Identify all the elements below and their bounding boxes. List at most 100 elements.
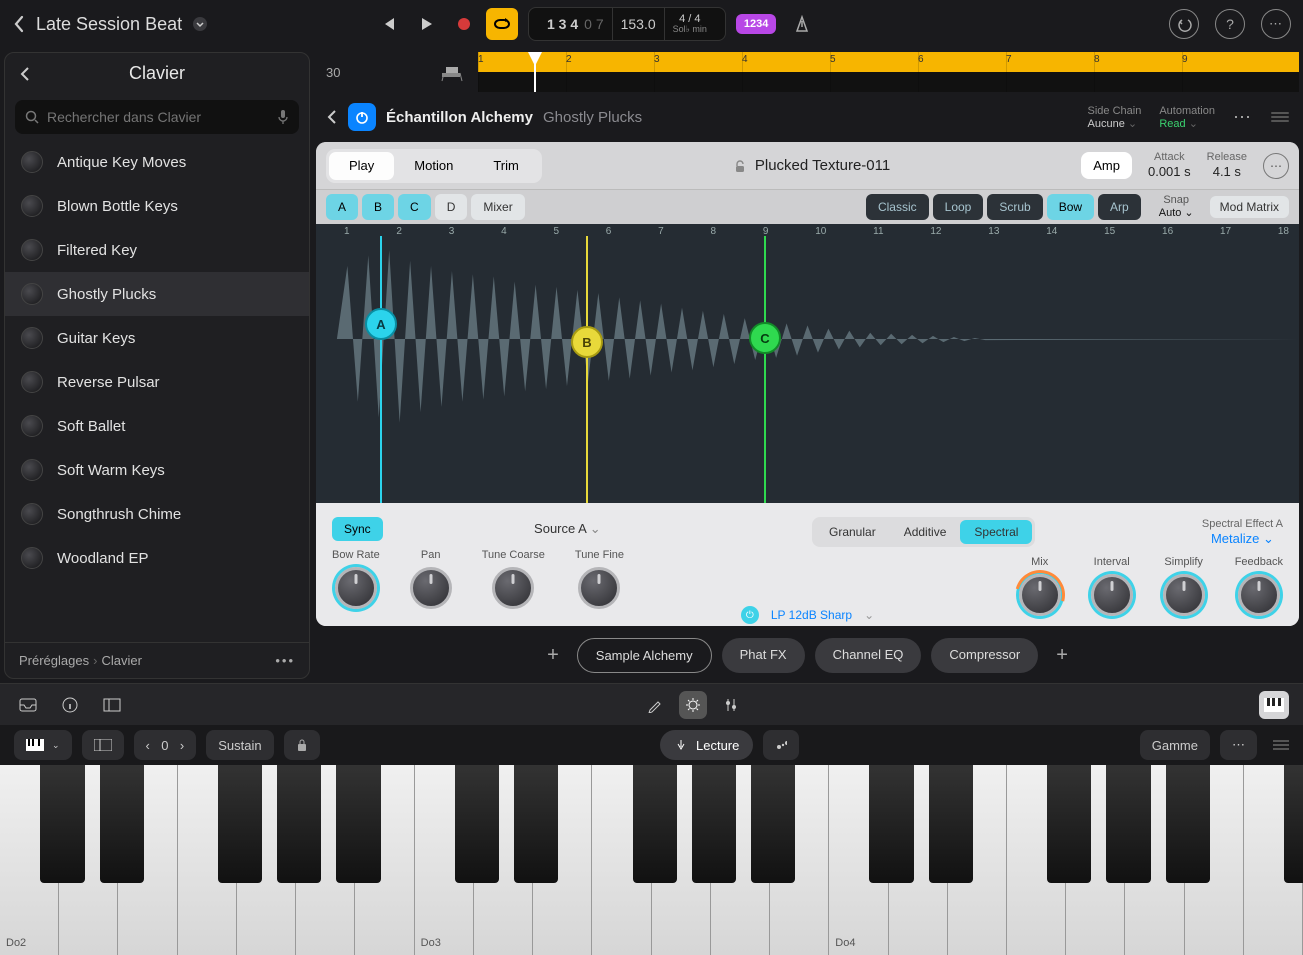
view-tab-trim[interactable]: Trim: [473, 152, 539, 180]
mode-classic[interactable]: Classic: [866, 194, 929, 220]
attack-control[interactable]: Attack0.001 s: [1148, 151, 1191, 180]
source-tab-mixer[interactable]: Mixer: [471, 194, 524, 220]
keyboard-grip-icon[interactable]: [1273, 740, 1289, 750]
piano-keyboard[interactable]: Do2 Do3 Do4: [0, 765, 1303, 955]
white-key[interactable]: [711, 765, 770, 955]
mode-bow[interactable]: Bow: [1047, 194, 1094, 220]
white-key[interactable]: [1066, 765, 1125, 955]
preset-item[interactable]: Songthrush Chime: [5, 492, 309, 536]
white-key[interactable]: [59, 765, 118, 955]
white-key[interactable]: Do2: [0, 765, 59, 955]
source-tab-a[interactable]: A: [326, 194, 358, 220]
white-key[interactable]: [1125, 765, 1184, 955]
preset-item[interactable]: Woodland EP: [5, 536, 309, 580]
sidebar-more-icon[interactable]: •••: [275, 653, 295, 668]
plugin-settings-icon[interactable]: ⋯: [1263, 153, 1289, 179]
metronome-button[interactable]: [786, 8, 818, 40]
mode-arp[interactable]: Arp: [1098, 194, 1141, 220]
white-key[interactable]: Do3: [415, 765, 474, 955]
breadcrumb-leaf[interactable]: Clavier: [101, 653, 141, 668]
playhead[interactable]: [534, 52, 536, 92]
preset-item[interactable]: Blown Bottle Keys: [5, 184, 309, 228]
preset-item[interactable]: Antique Key Moves: [5, 140, 309, 184]
view-tab-motion[interactable]: Motion: [394, 152, 473, 180]
white-key[interactable]: [1185, 765, 1244, 955]
back-chevron-icon[interactable]: [12, 15, 26, 33]
knob-bow-rate[interactable]: Bow Rate: [332, 549, 380, 609]
timeline-ruler[interactable]: 123456789: [478, 52, 1299, 92]
project-title[interactable]: Late Session Beat: [36, 14, 182, 35]
help-button[interactable]: ?: [1215, 9, 1245, 39]
knob-tune-fine[interactable]: Tune Fine: [575, 549, 624, 609]
white-key[interactable]: [533, 765, 592, 955]
white-key[interactable]: [118, 765, 177, 955]
marker-c[interactable]: C: [764, 236, 766, 503]
synth-mode-additive[interactable]: Additive: [890, 520, 961, 544]
go-to-start-button[interactable]: [372, 8, 404, 40]
undo-button[interactable]: [1169, 9, 1199, 39]
keyboard-toggle[interactable]: [1259, 691, 1289, 719]
white-key[interactable]: [652, 765, 711, 955]
fx-add-before-icon[interactable]: +: [539, 644, 567, 667]
play-button[interactable]: [410, 8, 442, 40]
octave-down-icon[interactable]: ‹: [146, 738, 150, 753]
plugin-back-icon[interactable]: [326, 109, 338, 125]
arpeggiator-icon[interactable]: [763, 730, 799, 760]
view-tab-play[interactable]: Play: [329, 152, 394, 180]
play-mode-pill[interactable]: Lecture: [660, 730, 753, 760]
white-key[interactable]: [592, 765, 651, 955]
sidebar-search[interactable]: [15, 100, 299, 134]
mode-loop[interactable]: Loop: [933, 194, 984, 220]
view-segmented-control[interactable]: PlayMotionTrim: [326, 149, 542, 183]
keyboard-more-icon[interactable]: ⋯: [1220, 730, 1257, 760]
spectral-effect-control[interactable]: Spectral Effect AMetalize ⌄: [1202, 517, 1283, 548]
white-key[interactable]: [237, 765, 296, 955]
filter-name[interactable]: LP 12dB Sharp: [771, 608, 852, 622]
count-in-button[interactable]: 1234: [736, 14, 776, 34]
preset-item[interactable]: Soft Warm Keys: [5, 448, 309, 492]
fx-tab-channel-eq[interactable]: Channel EQ: [815, 638, 922, 673]
more-button[interactable]: ⋯: [1261, 9, 1291, 39]
amp-button[interactable]: Amp: [1081, 152, 1132, 179]
info-icon[interactable]: [56, 691, 84, 719]
fx-tab-compressor[interactable]: Compressor: [931, 638, 1038, 673]
white-key[interactable]: [474, 765, 533, 955]
inbox-icon[interactable]: [14, 691, 42, 719]
mixer-icon[interactable]: [717, 691, 745, 719]
white-key[interactable]: [296, 765, 355, 955]
preset-item[interactable]: Guitar Keys: [5, 316, 309, 360]
white-key[interactable]: [770, 765, 829, 955]
preset-item[interactable]: Soft Ballet: [5, 404, 309, 448]
smart-controls-icon[interactable]: [679, 691, 707, 719]
plugin-power-button[interactable]: [348, 103, 376, 131]
white-key[interactable]: Do4: [829, 765, 888, 955]
synth-mode-granular[interactable]: Granular: [815, 520, 890, 544]
white-key[interactable]: [948, 765, 1007, 955]
sample-name[interactable]: Plucked Texture-011: [755, 157, 890, 174]
source-tab-d[interactable]: D: [435, 194, 468, 220]
lcd-display[interactable]: 1 3 40 7 153.0 4 / 4Sol♭ min: [528, 7, 726, 41]
lock-icon[interactable]: [733, 159, 747, 173]
octave-up-icon[interactable]: ›: [180, 738, 184, 753]
preset-item[interactable]: Filtered Key: [5, 228, 309, 272]
source-tab-b[interactable]: B: [362, 194, 394, 220]
track-instrument-icon[interactable]: [438, 61, 468, 83]
pencil-icon[interactable]: [641, 691, 669, 719]
plugin-more-icon[interactable]: ⋯: [1233, 107, 1253, 128]
lcd-tempo[interactable]: 153.0: [613, 8, 665, 40]
white-key[interactable]: [1244, 765, 1303, 955]
octave-control[interactable]: ‹ 0 ›: [134, 730, 197, 760]
marker-b[interactable]: B: [586, 236, 588, 503]
source-label[interactable]: Source A ⌄: [397, 521, 738, 537]
mode-scrub[interactable]: Scrub: [987, 194, 1042, 220]
knob-tune-coarse[interactable]: Tune Coarse: [482, 549, 545, 609]
synth-mode-spectral[interactable]: Spectral: [960, 520, 1032, 544]
lcd-key[interactable]: Sol♭ min: [673, 25, 707, 34]
preset-item[interactable]: Ghostly Plucks: [5, 272, 309, 316]
cycle-button[interactable]: [486, 8, 518, 40]
white-key[interactable]: [1007, 765, 1066, 955]
sidechain-control[interactable]: Side ChainAucune ⌄: [1088, 105, 1142, 130]
title-dropdown-icon[interactable]: [192, 16, 208, 32]
search-input[interactable]: [47, 109, 269, 125]
scale-button[interactable]: Gamme: [1140, 730, 1210, 760]
